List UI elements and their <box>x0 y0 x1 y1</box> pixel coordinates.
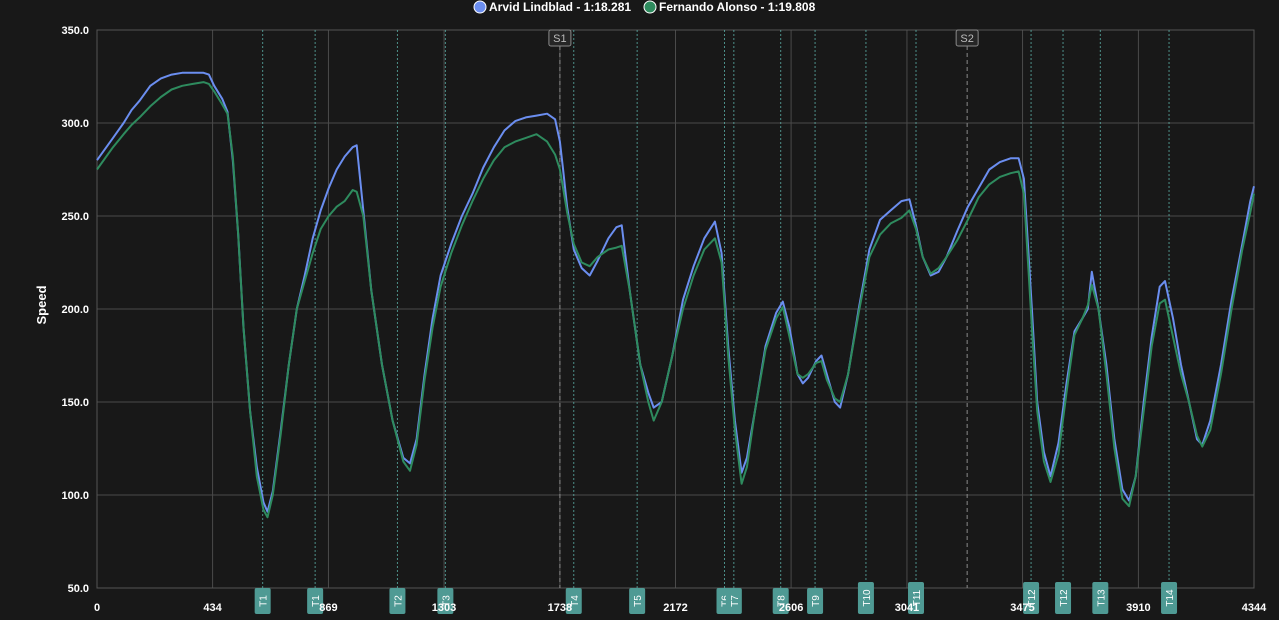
legend-label: Fernando Alonso - 1:19.808 <box>659 0 816 14</box>
corner-label: T9 <box>811 595 822 607</box>
corner-badge[interactable]: T10 <box>857 582 874 614</box>
corner-label: T7 <box>730 595 741 607</box>
sector-badge: S2 <box>955 29 979 47</box>
corner-badge[interactable]: T7 <box>725 588 742 614</box>
corner-label: T5 <box>633 595 644 607</box>
track-markers: S1S2T1T1T2T3T4T5T6T7T8T9T10T11T12T12T13T… <box>254 29 1178 614</box>
corner-badge[interactable]: T13 <box>1092 582 1109 614</box>
corner-badge[interactable]: T14 <box>1161 582 1178 614</box>
legend-swatch <box>473 0 487 14</box>
sector-label: S2 <box>960 33 973 45</box>
corner-badge[interactable]: T5 <box>629 588 646 614</box>
y-axis-label: Speed <box>34 285 49 324</box>
sector-badge: S1 <box>548 29 572 47</box>
legend-item[interactable]: Fernando Alonso - 1:19.808 <box>643 0 816 14</box>
corner-badge[interactable]: T9 <box>807 588 824 614</box>
y-tick-label: 200.0 <box>61 304 89 316</box>
x-tick-label: 3041 <box>895 602 919 614</box>
legend-swatch <box>643 0 657 14</box>
x-tick-label: 2606 <box>779 602 803 614</box>
y-tick-label: 350.0 <box>61 25 89 37</box>
x-tick-label: 434 <box>203 602 222 614</box>
corner-badge[interactable]: T2 <box>389 588 406 614</box>
x-tick-label: 2172 <box>663 602 687 614</box>
x-tick-label: 3910 <box>1126 602 1150 614</box>
x-tick-label: 3475 <box>1010 602 1034 614</box>
legend-item[interactable]: Arvid Lindblad - 1:18.281 <box>473 0 631 14</box>
x-tick-label: 1738 <box>548 602 572 614</box>
legend[interactable]: Arvid Lindblad - 1:18.281 Fernando Alonso… <box>473 0 816 14</box>
corner-label: T12 <box>1059 589 1070 607</box>
y-tick-label: 100.0 <box>61 490 89 502</box>
legend-label: Arvid Lindblad - 1:18.281 <box>489 0 631 14</box>
x-tick-label: 0 <box>94 602 100 614</box>
corner-badge[interactable]: T1 <box>254 588 271 614</box>
speed-chart: S1S2T1T1T2T3T4T5T6T7T8T9T10T11T12T12T13T… <box>34 0 1267 614</box>
corner-label: T13 <box>1096 589 1107 607</box>
y-tick-label: 150.0 <box>61 397 89 409</box>
corner-label: T14 <box>1165 589 1176 607</box>
corner-label: T10 <box>862 589 873 607</box>
x-tick-label: 1303 <box>432 602 456 614</box>
y-tick-label: 300.0 <box>61 118 89 130</box>
corner-label: T2 <box>393 595 404 607</box>
x-tick-label: 4344 <box>1242 602 1267 614</box>
corner-badge[interactable]: T12 <box>1055 582 1072 614</box>
corner-label: T1 <box>259 595 270 607</box>
y-tick-label: 50.0 <box>68 583 89 595</box>
sector-label: S1 <box>553 33 566 45</box>
x-tick-label: 869 <box>319 602 337 614</box>
y-tick-label: 250.0 <box>61 211 89 223</box>
